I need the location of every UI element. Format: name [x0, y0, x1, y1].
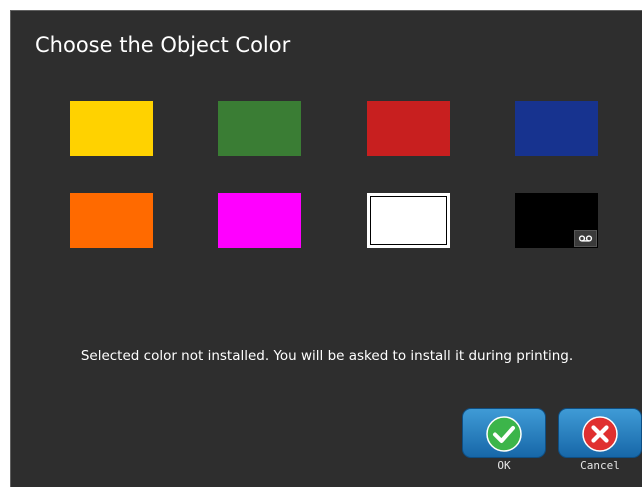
dialog-title: Choose the Object Color: [35, 33, 291, 57]
color-swatch-orange[interactable]: [70, 193, 153, 248]
color-swatch-magenta[interactable]: [218, 193, 301, 248]
color-swatch-red[interactable]: [367, 101, 450, 156]
color-swatch-white[interactable]: [367, 193, 450, 248]
cancel-button[interactable]: Cancel: [558, 408, 642, 472]
cancel-button-label: Cancel: [580, 459, 620, 472]
checkmark-icon: [486, 416, 522, 452]
install-warning-message: Selected color not installed. You will b…: [80, 348, 574, 364]
choose-color-dialog: Choose the Object Color Selected color n…: [10, 10, 642, 487]
ribbon-cartridge-icon: [574, 230, 597, 247]
color-swatch-yellow[interactable]: [70, 101, 153, 156]
ok-button[interactable]: OK: [462, 408, 546, 472]
color-swatch-black[interactable]: [515, 193, 598, 248]
color-swatch-green[interactable]: [218, 101, 301, 156]
color-swatch-blue[interactable]: [515, 101, 598, 156]
x-icon: [582, 416, 618, 452]
ok-button-label: OK: [497, 459, 511, 472]
